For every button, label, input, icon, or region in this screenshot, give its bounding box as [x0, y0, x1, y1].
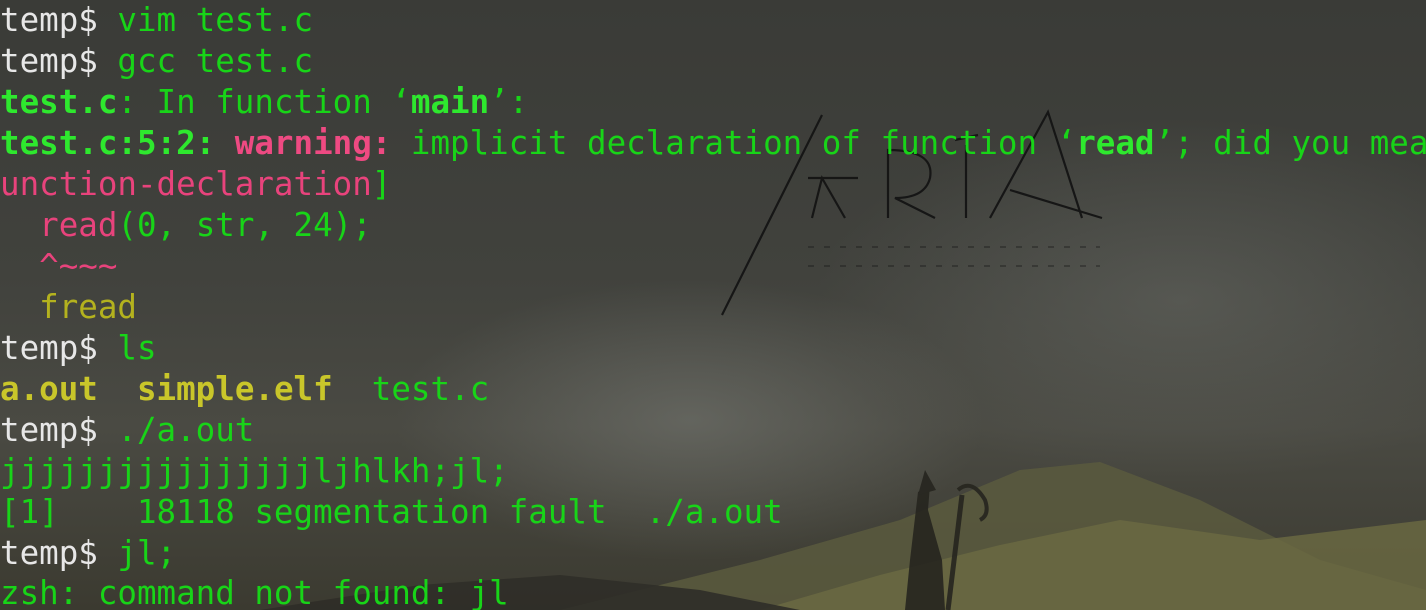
command-text: vim test.c: [97, 1, 314, 39]
warning-location: test.c:5:2:: [0, 124, 216, 162]
command-text: jl;: [97, 534, 177, 572]
shell-prompt: temp$: [0, 42, 98, 80]
terminal-line-gcc: temp$ gcc test.c: [0, 41, 313, 81]
suggestion-line: fread: [0, 287, 137, 327]
separator: [333, 370, 372, 408]
warning-flag-line: unction-declaration]: [0, 164, 391, 204]
caret-line: ^~~~: [0, 246, 117, 286]
file-a-out: a.out: [0, 370, 98, 408]
ls-output-line: a.out simple.elf test.c: [0, 369, 489, 409]
command-text: ls: [97, 329, 157, 367]
terminal-line-ls: temp$ ls: [0, 328, 157, 368]
zsh-error-line: zsh: command not found: jl: [0, 574, 509, 610]
terminal-line-jl: temp$ jl;: [0, 533, 176, 573]
shell-prompt: temp$: [0, 1, 98, 39]
bracket-close: ]: [371, 165, 392, 203]
terminal-line-run: temp$ ./a.out: [0, 410, 254, 450]
segfault-message-line: [1] 18118 segmentation fault ./a.out: [0, 493, 783, 531]
source-snippet-line: read(0, str, 24);: [0, 205, 372, 245]
warning-label: warning:: [215, 124, 392, 162]
shell-prompt: temp$: [0, 534, 98, 572]
function-name: read: [1076, 124, 1155, 162]
highlighted-call: read: [39, 206, 118, 244]
terminal-line-vim: temp$ vim test.c: [0, 0, 313, 40]
quote-close: ’:: [489, 83, 529, 121]
terminal-output[interactable]: temp$ vim test.c temp$ gcc test.c test.c…: [0, 0, 1426, 610]
error-caret: ^~~~: [39, 247, 118, 285]
program-input-line: jjjjjjjjjjjjjjjjljhlkh;jl;: [0, 452, 509, 490]
command-text: gcc test.c: [97, 42, 314, 80]
command-text: ./a.out: [97, 411, 255, 449]
compiler-warning-line: test.c:5:2: warning: implicit declaratio…: [0, 123, 1426, 163]
quote-open: ‘: [391, 83, 411, 121]
shell-prompt: temp$: [0, 411, 98, 449]
file-test-c: test.c: [371, 370, 490, 408]
warning-flag: unction-declaration: [0, 165, 372, 203]
function-name: main: [410, 83, 490, 121]
context-text: : In function: [117, 83, 392, 121]
separator: [98, 370, 137, 408]
quote-open: ‘: [1056, 124, 1077, 162]
warning-message: implicit declaration of function: [391, 124, 1057, 162]
file-simple-elf: simple.elf: [136, 370, 333, 408]
shell-prompt: temp$: [0, 329, 98, 367]
desktop-screen: temp$ vim test.c temp$ gcc test.c test.c…: [0, 0, 1426, 610]
suggested-function: fread: [39, 288, 137, 326]
warning-message-tail: ’; did you mea: [1154, 124, 1426, 162]
call-args: (0, str, 24);: [117, 206, 372, 244]
source-file-name: test.c: [0, 83, 118, 121]
compiler-context-line: test.c: In function ‘main’:: [0, 82, 528, 122]
